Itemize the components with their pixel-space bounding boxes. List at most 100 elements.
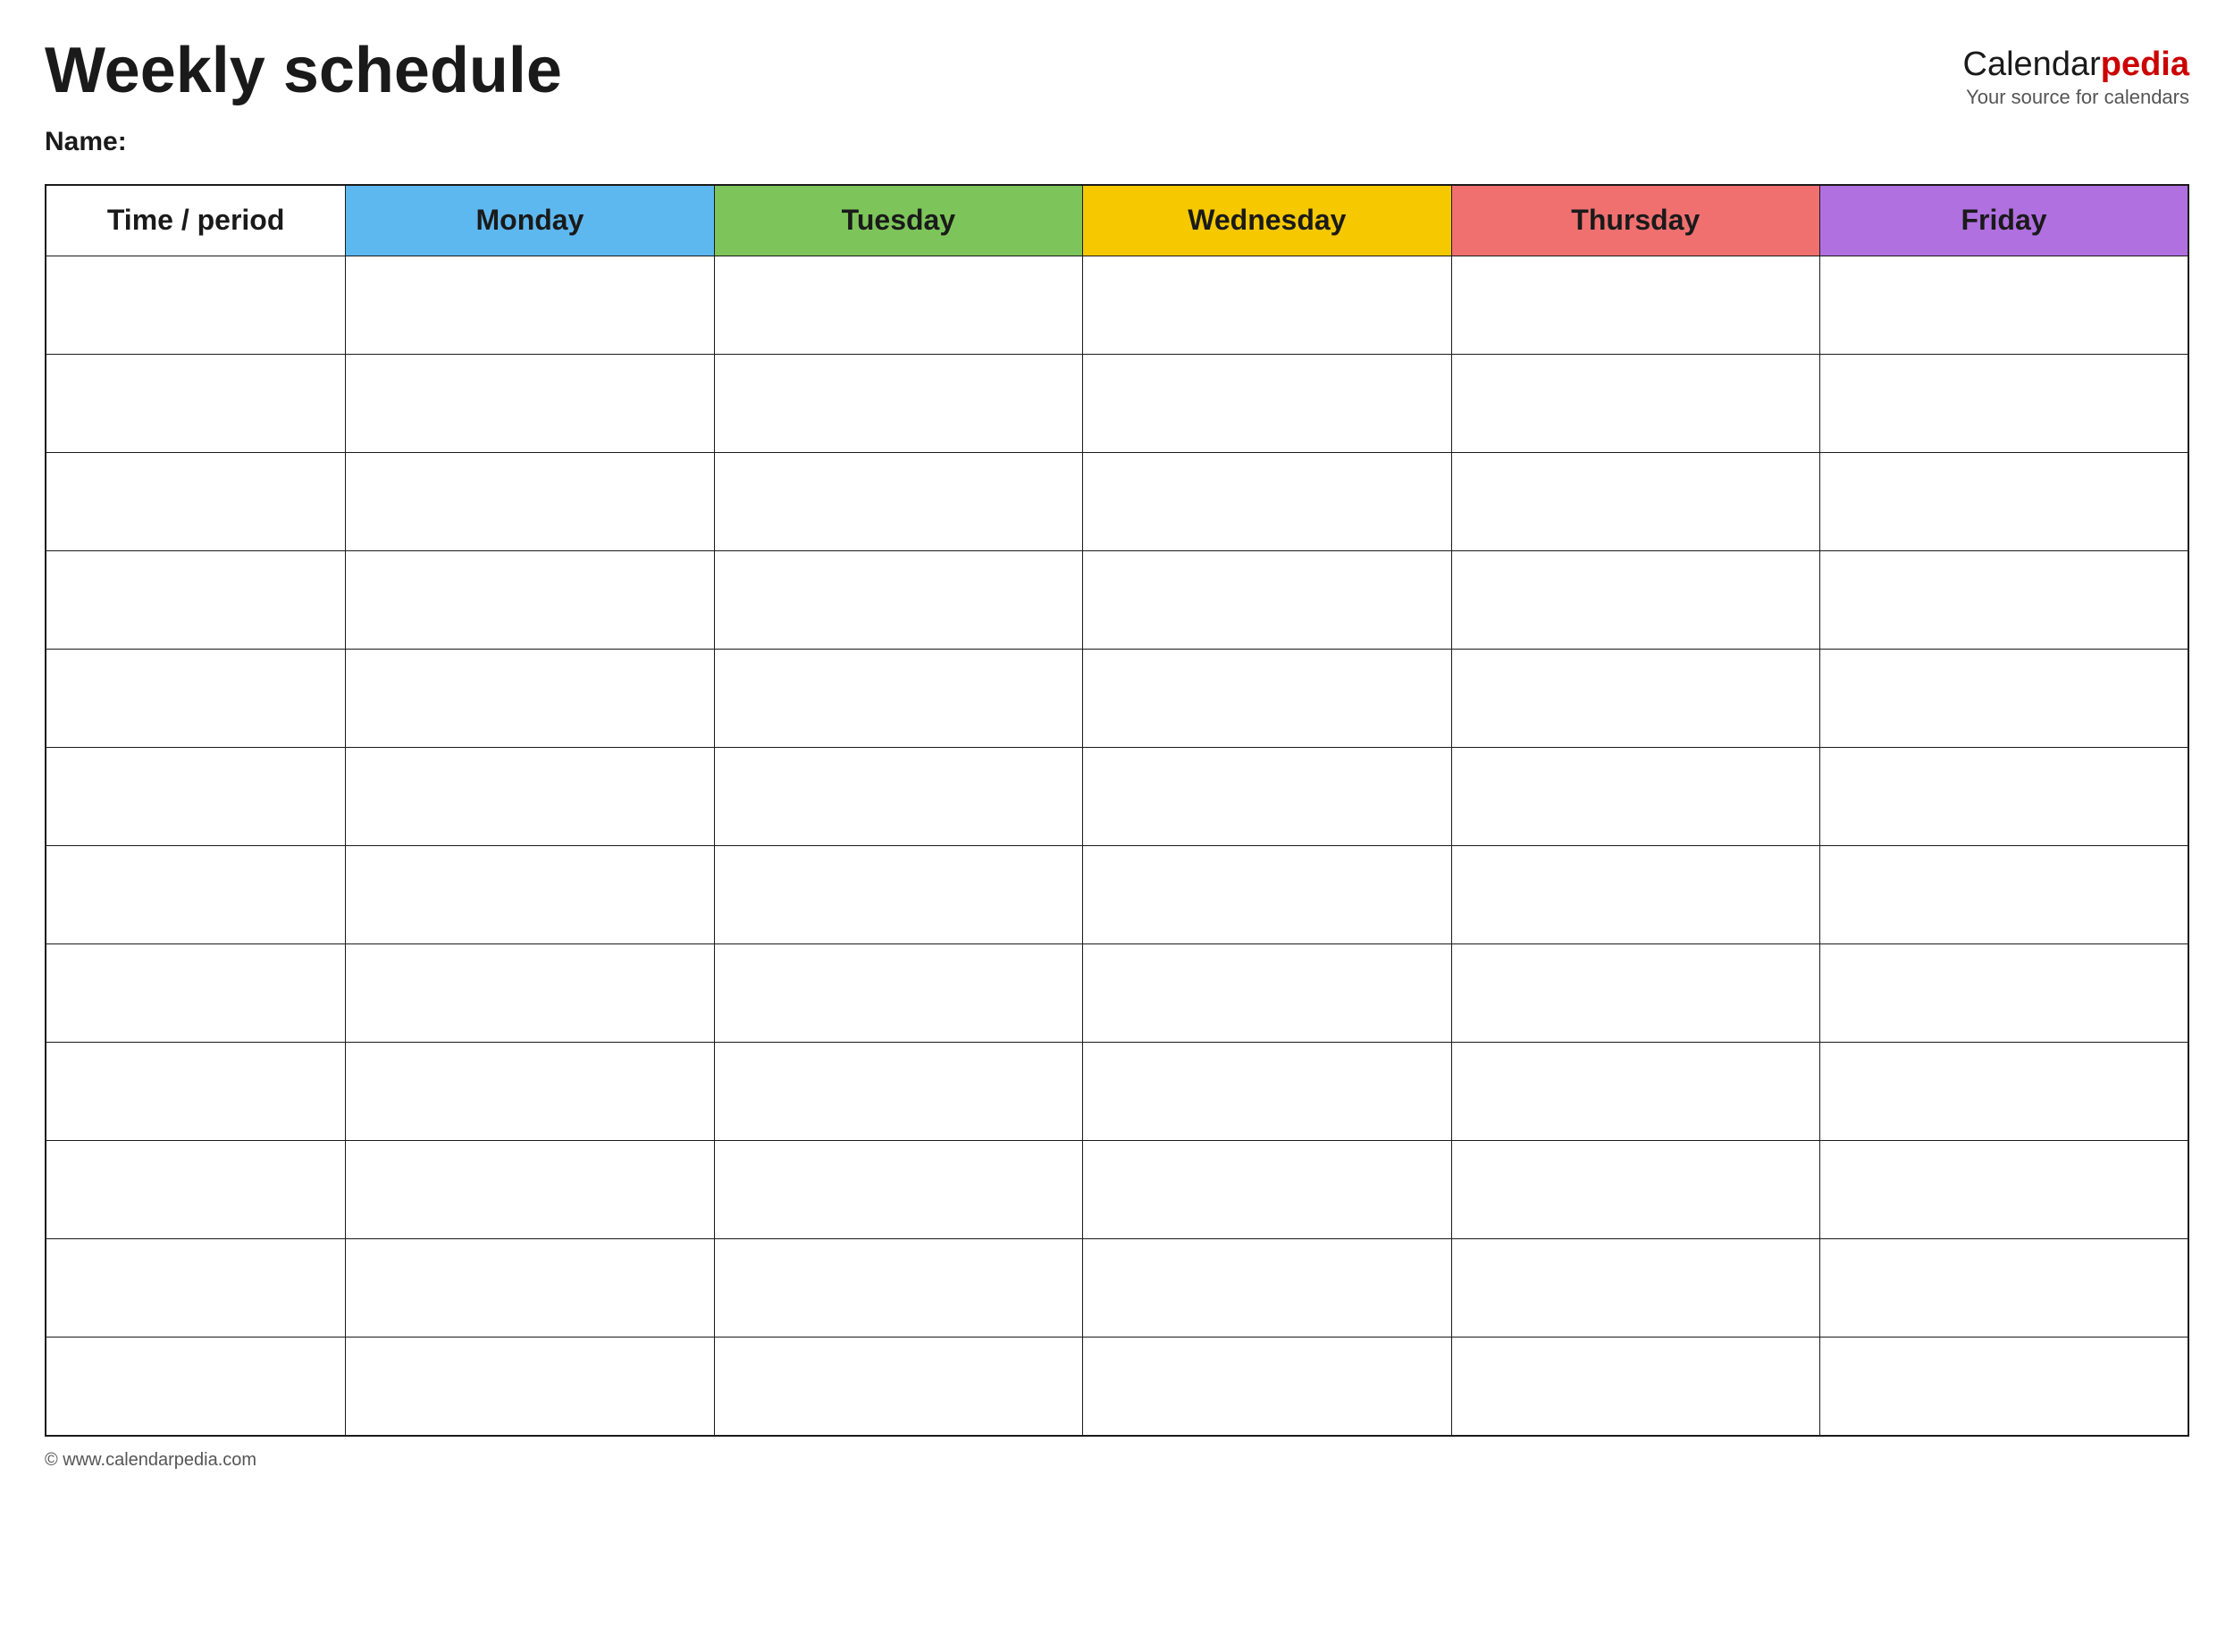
table-cell[interactable] xyxy=(1451,453,1819,551)
table-row xyxy=(46,748,2188,846)
table-row xyxy=(46,1239,2188,1338)
table-cell[interactable] xyxy=(1820,944,2188,1043)
table-cell[interactable] xyxy=(346,551,714,650)
table-cell[interactable] xyxy=(346,1141,714,1239)
col-header-monday: Monday xyxy=(346,185,714,256)
table-row xyxy=(46,1043,2188,1141)
table-cell[interactable] xyxy=(1451,846,1819,944)
page-header: Weekly schedule Calendarpedia Your sourc… xyxy=(45,36,2189,109)
table-cell[interactable] xyxy=(1083,748,1451,846)
table-cell[interactable] xyxy=(1451,551,1819,650)
table-cell[interactable] xyxy=(1083,1338,1451,1436)
table-cell[interactable] xyxy=(714,944,1082,1043)
table-cell[interactable] xyxy=(1083,453,1451,551)
footer: © www.calendarpedia.com xyxy=(45,1450,2189,1471)
table-cell[interactable] xyxy=(714,846,1082,944)
table-cell[interactable] xyxy=(46,1043,346,1141)
table-cell[interactable] xyxy=(346,1338,714,1436)
table-row xyxy=(46,846,2188,944)
table-cell[interactable] xyxy=(1820,1338,2188,1436)
table-cell[interactable] xyxy=(346,453,714,551)
table-cell[interactable] xyxy=(1451,256,1819,355)
table-cell[interactable] xyxy=(346,944,714,1043)
table-cell[interactable] xyxy=(1820,1239,2188,1338)
table-cell[interactable] xyxy=(1451,944,1819,1043)
table-cell[interactable] xyxy=(46,944,346,1043)
table-cell[interactable] xyxy=(46,846,346,944)
col-header-time: Time / period xyxy=(46,185,346,256)
table-cell[interactable] xyxy=(714,256,1082,355)
schedule-table: Time / period Monday Tuesday Wednesday T… xyxy=(45,184,2189,1437)
table-row xyxy=(46,1338,2188,1436)
table-cell[interactable] xyxy=(1083,355,1451,453)
table-cell[interactable] xyxy=(714,1141,1082,1239)
table-cell[interactable] xyxy=(1820,551,2188,650)
table-cell[interactable] xyxy=(1451,748,1819,846)
table-row xyxy=(46,453,2188,551)
name-row: Name: xyxy=(45,127,2189,157)
table-cell[interactable] xyxy=(1820,846,2188,944)
table-cell[interactable] xyxy=(1820,1141,2188,1239)
table-cell[interactable] xyxy=(1820,453,2188,551)
page-title: Weekly schedule xyxy=(45,36,562,106)
table-row xyxy=(46,944,2188,1043)
table-cell[interactable] xyxy=(1451,1043,1819,1141)
table-cell[interactable] xyxy=(1083,256,1451,355)
table-row xyxy=(46,551,2188,650)
table-cell[interactable] xyxy=(1820,650,2188,748)
logo-pedia: pedia xyxy=(2101,46,2189,83)
table-cell[interactable] xyxy=(714,551,1082,650)
table-cell[interactable] xyxy=(1083,846,1451,944)
table-cell[interactable] xyxy=(1083,1239,1451,1338)
table-cell[interactable] xyxy=(1451,355,1819,453)
table-cell[interactable] xyxy=(714,1239,1082,1338)
table-cell[interactable] xyxy=(346,355,714,453)
table-cell[interactable] xyxy=(46,1338,346,1436)
table-row xyxy=(46,650,2188,748)
table-cell[interactable] xyxy=(346,748,714,846)
table-cell[interactable] xyxy=(1451,1141,1819,1239)
table-cell[interactable] xyxy=(1451,650,1819,748)
table-cell[interactable] xyxy=(1820,256,2188,355)
name-label: Name: xyxy=(45,127,127,156)
table-cell[interactable] xyxy=(1083,650,1451,748)
copyright: © www.calendarpedia.com xyxy=(45,1450,256,1470)
table-cell[interactable] xyxy=(714,1338,1082,1436)
table-cell[interactable] xyxy=(46,551,346,650)
col-header-wednesday: Wednesday xyxy=(1083,185,1451,256)
table-cell[interactable] xyxy=(714,1043,1082,1141)
schedule-body xyxy=(46,256,2188,1436)
logo: Calendarpedia Your source for calendars xyxy=(1963,45,2189,109)
table-cell[interactable] xyxy=(46,256,346,355)
table-cell[interactable] xyxy=(46,650,346,748)
table-cell[interactable] xyxy=(346,650,714,748)
table-cell[interactable] xyxy=(1820,355,2188,453)
table-cell[interactable] xyxy=(714,650,1082,748)
table-cell[interactable] xyxy=(714,453,1082,551)
table-cell[interactable] xyxy=(1083,1141,1451,1239)
table-cell[interactable] xyxy=(1820,748,2188,846)
table-cell[interactable] xyxy=(46,355,346,453)
table-cell[interactable] xyxy=(46,453,346,551)
col-header-friday: Friday xyxy=(1820,185,2188,256)
table-cell[interactable] xyxy=(714,748,1082,846)
col-header-thursday: Thursday xyxy=(1451,185,1819,256)
logo-tagline: Your source for calendars xyxy=(1963,86,2189,109)
table-cell[interactable] xyxy=(346,256,714,355)
table-cell[interactable] xyxy=(714,355,1082,453)
table-cell[interactable] xyxy=(1451,1239,1819,1338)
table-cell[interactable] xyxy=(1083,1043,1451,1141)
table-header-row: Time / period Monday Tuesday Wednesday T… xyxy=(46,185,2188,256)
table-cell[interactable] xyxy=(346,1043,714,1141)
table-cell[interactable] xyxy=(1083,944,1451,1043)
table-cell[interactable] xyxy=(46,1239,346,1338)
table-cell[interactable] xyxy=(346,1239,714,1338)
table-cell[interactable] xyxy=(346,846,714,944)
col-header-tuesday: Tuesday xyxy=(714,185,1082,256)
table-cell[interactable] xyxy=(1083,551,1451,650)
table-cell[interactable] xyxy=(1451,1338,1819,1436)
table-cell[interactable] xyxy=(46,748,346,846)
table-row xyxy=(46,355,2188,453)
table-cell[interactable] xyxy=(1820,1043,2188,1141)
table-cell[interactable] xyxy=(46,1141,346,1239)
